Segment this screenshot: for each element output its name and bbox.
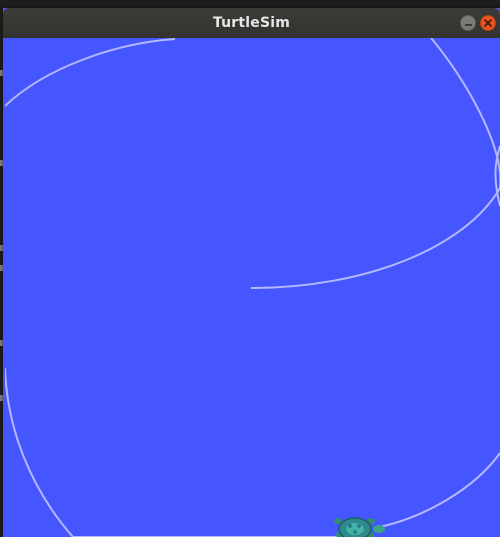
trail-path	[374, 452, 500, 529]
minimize-icon	[464, 23, 472, 26]
turtle-icon	[334, 517, 385, 537]
trail-path	[250, 38, 500, 289]
minimize-button[interactable]	[460, 15, 476, 31]
close-button[interactable]	[480, 15, 496, 31]
turtle-canvas	[5, 38, 500, 537]
close-icon	[484, 19, 492, 27]
trail-path	[5, 367, 74, 537]
trail-path	[5, 38, 176, 107]
trail-drawing	[5, 38, 500, 537]
window-title: TurtleSim	[212, 15, 291, 31]
turtlesim-window[interactable]: TurtleSim	[3, 8, 500, 537]
title-bar[interactable]: TurtleSim	[3, 8, 500, 38]
